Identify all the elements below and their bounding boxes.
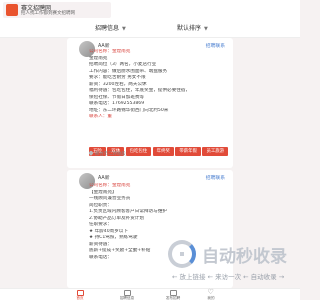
benefit-tag: 年终奖 <box>152 147 174 156</box>
post-body: 公司名称：金煌南苑 金煌南苑 招聘岗位（3）两名，小麦店行业 工作内容：做后厨水… <box>89 49 229 121</box>
watermark-logo-icon <box>168 240 196 268</box>
nav-home[interactable]: 首页 <box>65 289 95 300</box>
nav-jobs-label: 招聘信息 <box>119 296 135 300</box>
top-header: 赛文招聘网 招人找工作都到赛文招聘网 <box>0 0 300 20</box>
post-username: AA新 <box>98 44 110 49</box>
nav-publish-label: 发布招聘 <box>165 296 181 300</box>
contact-link[interactable]: 招聘联系 <box>206 174 225 181</box>
benefit-tags: 五险 双休 包吃包住 年终奖 带薪年假 员工旅游 <box>89 137 230 156</box>
post-username: AA新 <box>98 176 110 181</box>
filter-category[interactable]: 招聘信息 ▼ <box>95 23 126 32</box>
heart-icon <box>208 288 215 296</box>
post-location: 邢台市二环地段 <box>88 150 126 157</box>
nav-home-label: 首页 <box>76 296 84 300</box>
app-logo-icon <box>6 4 18 16</box>
app-description: 招人找工作都到赛文招聘网 <box>21 11 75 16</box>
watermark-slogan: ← 放上链接 ← 来访一次 ← 自动收录 → <box>172 273 285 281</box>
filter-bar: 招聘信息 ▼ 默认排序 ▼ <box>0 20 300 38</box>
benefit-tag: 包吃包住 <box>125 147 152 156</box>
chevron-down-icon: ▼ <box>204 26 208 32</box>
filter-sort-label: 默认排序 <box>177 25 202 32</box>
bottom-nav: 首页 招聘信息 发布招聘 我的 <box>0 288 300 300</box>
location-pin-icon <box>88 150 94 156</box>
nav-mine[interactable]: 我的 <box>196 288 226 300</box>
nav-mine-label: 我的 <box>207 296 215 300</box>
benefit-tag: 员工旅游 <box>202 147 229 156</box>
post-card[interactable]: AA新 招聘联系 公司名称：金煌南苑 金煌南苑 招聘岗位（3）两名，小麦店行业 … <box>67 38 233 168</box>
watermark-title: 自动秒收录 <box>202 247 287 267</box>
post-line: 联系人：董 <box>89 114 112 119</box>
chevron-down-icon: ▼ <box>122 26 126 32</box>
post-location-text: 邢台市二环地段 <box>95 152 126 157</box>
app-badge[interactable]: 赛文招聘网 招人找工作都到赛文招聘网 <box>3 2 111 18</box>
nav-publish[interactable]: 发布招聘 <box>158 289 188 300</box>
contact-link[interactable]: 招聘联系 <box>206 42 225 49</box>
filter-category-label: 招聘信息 <box>95 25 120 32</box>
benefit-tag: 带薪年假 <box>175 147 201 156</box>
nav-jobs[interactable]: 招聘信息 <box>112 289 142 300</box>
filter-sort[interactable]: 默认排序 ▼ <box>177 23 208 32</box>
watermark-overlay: 自动秒收录 ← 放上链接 ← 来访一次 ← 自动收录 → <box>150 240 296 281</box>
